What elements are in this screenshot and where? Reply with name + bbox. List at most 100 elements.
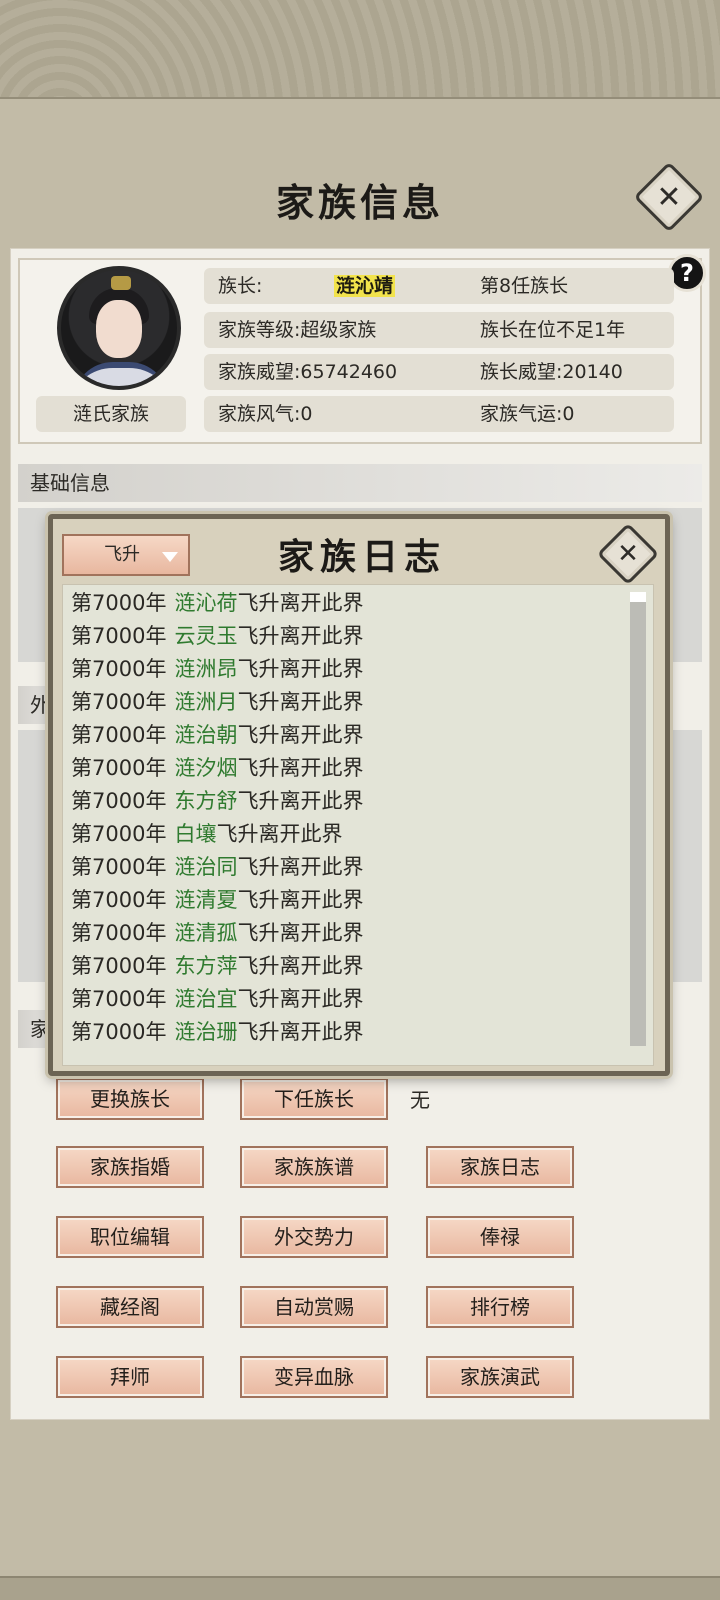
- family-qiyun: 家族气运:0: [480, 403, 575, 425]
- log-entry-event: 飞升离开此界: [237, 987, 364, 1011]
- log-entry-event: 飞升离开此界: [237, 624, 364, 648]
- leader-name-text: 涟沁靖: [334, 275, 396, 297]
- next-leader-value: 无: [410, 1088, 430, 1112]
- log-entry-event: 飞升离开此界: [237, 1020, 364, 1044]
- log-entry-event: 飞升离开此界: [237, 855, 364, 879]
- family-log-button[interactable]: 家族日志: [426, 1146, 574, 1188]
- log-entry-name[interactable]: 涟治同: [174, 855, 237, 879]
- family-name-label: 涟氏家族: [36, 396, 186, 432]
- log-entry-year: 第7000年: [71, 756, 167, 780]
- close-icon: ✕: [656, 179, 682, 215]
- log-entry-year: 第7000年: [71, 1020, 167, 1044]
- log-entry-event: 飞升离开此界: [237, 921, 364, 945]
- diplomacy-button[interactable]: 外交势力: [240, 1216, 388, 1258]
- log-entry: 第7000年 白壤飞升离开此界: [71, 818, 342, 848]
- log-entry-name[interactable]: 涟汐烟: [174, 756, 237, 780]
- log-filter-value: 飞升: [104, 544, 140, 565]
- log-entry-name[interactable]: 涟洲月: [174, 690, 237, 714]
- auto-reward-button[interactable]: 自动赏赐: [240, 1286, 388, 1328]
- log-entry-year: 第7000年: [71, 855, 167, 879]
- log-entry-event: 飞升离开此界: [237, 723, 364, 747]
- apprentice-button[interactable]: 拜师: [56, 1356, 204, 1398]
- log-entry: 第7000年 涟治珊飞升离开此界: [71, 1016, 363, 1046]
- leader-avatar[interactable]: [57, 266, 181, 390]
- log-entry-event: 飞升离开此界: [237, 954, 364, 978]
- log-entry: 第7000年 涟治朝飞升离开此界: [71, 719, 363, 749]
- log-entry-year: 第7000年: [71, 888, 167, 912]
- log-entry-event: 飞升离开此界: [237, 591, 364, 615]
- chevron-down-icon: [162, 552, 178, 562]
- log-entry-year: 第7000年: [71, 822, 167, 846]
- leader-name[interactable]: 涟沁靖: [334, 268, 396, 304]
- log-entry-name[interactable]: 涟洲昂: [174, 657, 237, 681]
- martial-button[interactable]: 家族演武: [426, 1356, 574, 1398]
- bottom-decorative-band: [0, 1576, 720, 1600]
- log-entry: 第7000年 云灵玉飞升离开此界: [71, 620, 363, 650]
- log-entry: 第7000年 涟清孤飞升离开此界: [71, 917, 363, 947]
- library-button[interactable]: 藏经阁: [56, 1286, 204, 1328]
- log-entry-name[interactable]: 东方萍: [174, 954, 237, 978]
- log-entry-name[interactable]: 涟清孤: [174, 921, 237, 945]
- family-level: 家族等级:超级家族: [218, 319, 377, 341]
- log-scroll-thumb[interactable]: [630, 592, 646, 602]
- log-entry-year: 第7000年: [71, 954, 167, 978]
- log-entry-year: 第7000年: [71, 624, 167, 648]
- log-entry-name[interactable]: 东方舒: [174, 789, 237, 813]
- avatar-face: [96, 300, 142, 358]
- log-entry: 第7000年 涟汐烟飞升离开此界: [71, 752, 363, 782]
- log-entry: 第7000年 东方萍飞升离开此界: [71, 950, 363, 980]
- avatar-robe: [73, 362, 169, 386]
- log-entry-year: 第7000年: [71, 921, 167, 945]
- prestige-row: 家族威望:65742460 族长威望:20140: [204, 354, 674, 390]
- page-title: 家族信息: [275, 180, 444, 225]
- log-entry-year: 第7000年: [71, 591, 167, 615]
- log-entry: 第7000年 东方舒飞升离开此界: [71, 785, 363, 815]
- log-entry-event: 飞升离开此界: [237, 756, 364, 780]
- leader-row: 族长: 涟沁靖 第8任族长: [204, 268, 674, 304]
- log-entry-year: 第7000年: [71, 789, 167, 813]
- log-entry-name[interactable]: 涟清夏: [174, 888, 237, 912]
- log-entry-event: 飞升离开此界: [237, 888, 364, 912]
- family-fengqi: 家族风气:0: [218, 403, 313, 425]
- log-entry: 第7000年 涟沁荷飞升离开此界: [71, 587, 363, 617]
- log-entry-name[interactable]: 涟治宜: [174, 987, 237, 1011]
- log-entry-name[interactable]: 涟治珊: [174, 1020, 237, 1044]
- log-entry: 第7000年 涟治同飞升离开此界: [71, 851, 363, 881]
- level-row: 家族等级:超级家族 族长在位不足1年: [204, 312, 674, 348]
- bloodline-button[interactable]: 变异血脉: [240, 1356, 388, 1398]
- log-entry-event: 飞升离开此界: [237, 690, 364, 714]
- leader-generation: 第8任族长: [480, 275, 569, 297]
- section-basic-info: 基础信息: [18, 464, 702, 502]
- salary-button[interactable]: 俸禄: [426, 1216, 574, 1258]
- position-edit-button[interactable]: 职位编辑: [56, 1216, 204, 1258]
- log-entry-year: 第7000年: [71, 987, 167, 1011]
- close-icon: ✕: [617, 539, 639, 569]
- log-entry-year: 第7000年: [71, 690, 167, 714]
- log-entry-name[interactable]: 涟沁荷: [174, 591, 237, 615]
- leader-prestige: 族长威望:20140: [480, 361, 623, 383]
- log-dialog-title: 家族日志: [278, 536, 447, 578]
- log-entry-name[interactable]: 白壤: [174, 822, 216, 846]
- next-leader-button[interactable]: 下任族长: [240, 1078, 388, 1120]
- log-scrollbar[interactable]: [630, 592, 646, 1046]
- top-decorative-band: [0, 0, 720, 111]
- family-marriage-button[interactable]: 家族指婚: [56, 1146, 204, 1188]
- fengqi-row: 家族风气:0 家族气运:0: [204, 396, 674, 432]
- log-entry-name[interactable]: 云灵玉: [174, 624, 237, 648]
- log-entry-event: 飞升离开此界: [237, 657, 364, 681]
- leader-label: 族长:: [218, 275, 263, 297]
- log-entry-list[interactable]: 第7000年 涟沁荷飞升离开此界 第7000年 云灵玉飞升离开此界 第7000年 涟洲昂飞…: [62, 584, 654, 1066]
- family-prestige: 家族威望:65742460: [218, 361, 398, 383]
- log-entry-year: 第7000年: [71, 723, 167, 747]
- log-entry: 第7000年 涟清夏飞升离开此界: [71, 884, 363, 914]
- log-filter-dropdown[interactable]: 飞升: [62, 534, 190, 576]
- avatar-crown: [111, 276, 131, 290]
- change-leader-button[interactable]: 更换族长: [56, 1078, 204, 1120]
- log-entry-name[interactable]: 涟治朝: [174, 723, 237, 747]
- log-entry: 第7000年 涟洲昂飞升离开此界: [71, 653, 363, 683]
- ranking-button[interactable]: 排行榜: [426, 1286, 574, 1328]
- family-genealogy-button[interactable]: 家族族谱: [240, 1146, 388, 1188]
- log-entry-event: 飞升离开此界: [216, 822, 343, 846]
- log-entry: 第7000年 涟治宜飞升离开此界: [71, 983, 363, 1013]
- leader-tenure: 族长在位不足1年: [480, 319, 626, 341]
